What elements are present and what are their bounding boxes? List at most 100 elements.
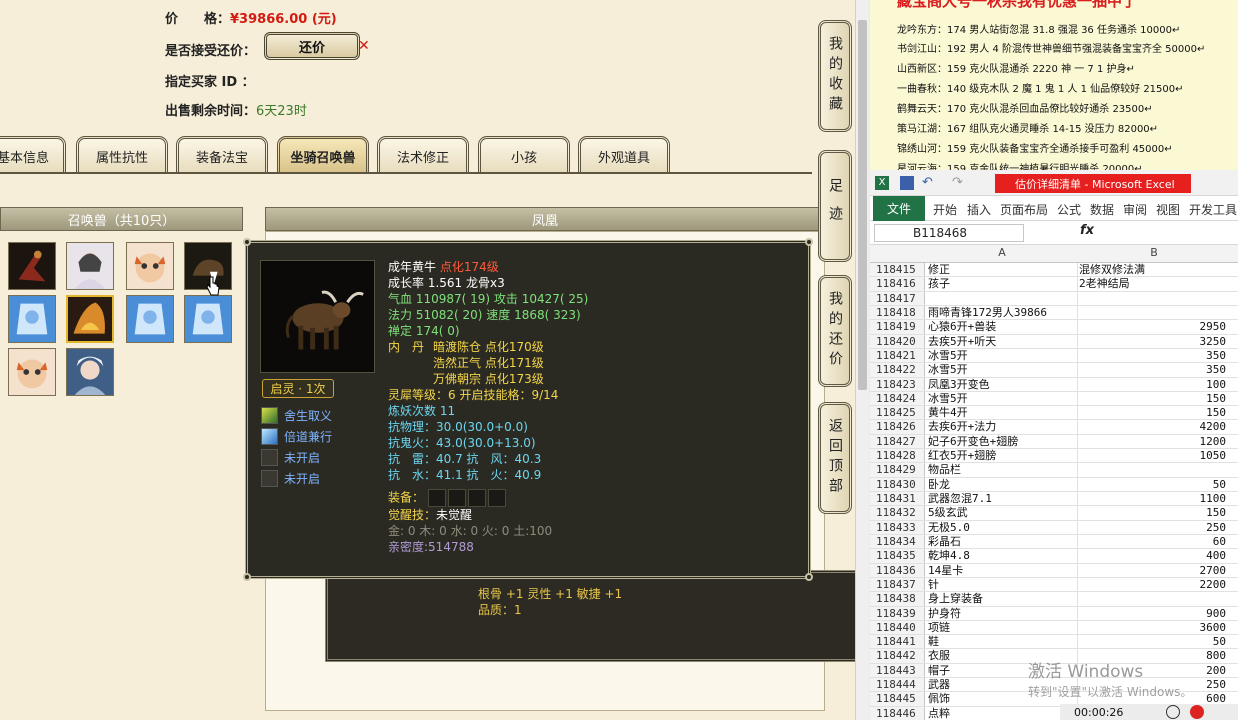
- cell-a[interactable]: 雨啼青锋172男人39866: [926, 305, 1078, 320]
- cell-a[interactable]: 妃子6开变色+翅膀: [926, 434, 1078, 449]
- cell-b[interactable]: 2950: [1079, 320, 1229, 333]
- tab-equipment[interactable]: 装备法宝: [176, 136, 268, 173]
- cell-a[interactable]: 凤凰3开变色: [926, 377, 1078, 391]
- my-favorites-button[interactable]: 我的收藏: [818, 20, 852, 132]
- cell-a[interactable]: 冰雪5开: [926, 348, 1078, 363]
- tab-mounts-pets[interactable]: 坐骑召唤兽: [277, 136, 369, 173]
- row-number[interactable]: 118440: [870, 620, 925, 635]
- cell-a[interactable]: 冰雪5开: [926, 363, 1078, 377]
- ribbon-tab-home[interactable]: 开始: [933, 201, 957, 218]
- scrollbar-thumb[interactable]: [858, 20, 867, 390]
- row-number[interactable]: 118430: [870, 477, 925, 491]
- row-number[interactable]: 118438: [870, 592, 925, 606]
- cell-b[interactable]: 350: [1079, 363, 1229, 376]
- counter-offer-button[interactable]: 还价: [264, 32, 360, 60]
- pet-thumb-6-selected[interactable]: [66, 295, 114, 343]
- equip-slot[interactable]: [467, 489, 486, 507]
- redo-icon[interactable]: ↷: [952, 176, 966, 190]
- equip-slot[interactable]: [447, 489, 466, 507]
- cell-b[interactable]: 150: [1079, 392, 1229, 405]
- column-header-b[interactable]: B: [1079, 246, 1229, 259]
- fx-icon[interactable]: fx: [1080, 223, 1094, 238]
- stop-icon[interactable]: [1190, 705, 1204, 719]
- cell-a[interactable]: 黄牛4开: [926, 406, 1078, 420]
- row-number[interactable]: 118426: [870, 420, 925, 434]
- cell-a[interactable]: 心猿6开+兽装: [926, 320, 1078, 334]
- cell-a[interactable]: 去疾6开+法力: [926, 420, 1078, 434]
- cell-b[interactable]: 2老神结局: [1079, 277, 1229, 290]
- cell-b[interactable]: 1050: [1079, 449, 1229, 462]
- pet-thumb-2[interactable]: [66, 242, 114, 290]
- cell-b[interactable]: 350: [1079, 349, 1229, 362]
- cell-a[interactable]: 无极5.0: [926, 520, 1078, 534]
- column-header-a[interactable]: A: [926, 246, 1078, 259]
- ribbon-tab-review[interactable]: 审阅: [1123, 201, 1147, 218]
- cell-a[interactable]: 项链: [926, 620, 1078, 635]
- cell-b[interactable]: 50: [1079, 635, 1229, 648]
- cell-b[interactable]: 混修双修法满: [1079, 263, 1229, 276]
- cell-a[interactable]: 鞋: [926, 635, 1078, 649]
- pet-thumb-10[interactable]: [66, 348, 114, 396]
- pet-thumb-3[interactable]: [126, 242, 174, 290]
- row-number[interactable]: 118415: [870, 263, 925, 277]
- cell-a[interactable]: 身上穿装备: [926, 592, 1078, 606]
- cell-b[interactable]: 400: [1079, 549, 1229, 562]
- cell-a[interactable]: 武器忽混7.1: [926, 492, 1078, 506]
- my-counter-offers-button[interactable]: 我的还价: [818, 275, 852, 387]
- row-number[interactable]: 118418: [870, 305, 925, 320]
- row-number[interactable]: 118416: [870, 277, 925, 291]
- name-box[interactable]: B118468: [874, 224, 1024, 242]
- row-number[interactable]: 118421: [870, 348, 925, 363]
- cell-a[interactable]: 点粹: [926, 706, 1078, 720]
- row-number[interactable]: 118428: [870, 449, 925, 463]
- ribbon-tab-insert[interactable]: 插入: [967, 201, 991, 218]
- cell-b[interactable]: 60: [1079, 535, 1229, 548]
- cell-a[interactable]: 针: [926, 577, 1078, 592]
- cell-b[interactable]: 900: [1079, 607, 1229, 620]
- cell-a[interactable]: 孩子: [926, 277, 1078, 291]
- footprints-button[interactable]: 足迹: [818, 150, 852, 262]
- cell-a[interactable]: 5级玄武: [926, 506, 1078, 520]
- cell-b[interactable]: 3600: [1079, 621, 1229, 634]
- cell-b[interactable]: 150: [1079, 406, 1229, 419]
- row-number[interactable]: 118446: [870, 706, 925, 720]
- ribbon-tab-page-layout[interactable]: 页面布局: [1000, 201, 1048, 218]
- row-number[interactable]: 118437: [870, 577, 925, 592]
- row-number[interactable]: 118435: [870, 549, 925, 563]
- skill-slot-4[interactable]: 未开启: [261, 469, 320, 487]
- skill-slot-2[interactable]: 倍道兼行: [261, 427, 332, 445]
- cell-a[interactable]: 红衣5开+翅膀: [926, 449, 1078, 463]
- row-number[interactable]: 118424: [870, 391, 925, 406]
- row-number[interactable]: 118439: [870, 606, 925, 620]
- row-number[interactable]: 118436: [870, 563, 925, 577]
- cell-b[interactable]: 4200: [1079, 420, 1229, 433]
- cell-b[interactable]: 100: [1079, 378, 1229, 391]
- cell-b[interactable]: [1079, 463, 1229, 476]
- row-number[interactable]: 118432: [870, 506, 925, 520]
- cell-a[interactable]: 卧龙: [926, 477, 1078, 491]
- page-scrollbar[interactable]: [855, 0, 869, 720]
- cell-b[interactable]: [1079, 592, 1229, 605]
- cell-a[interactable]: 去疾5开+听天: [926, 334, 1078, 348]
- cell-a[interactable]: 物品栏: [926, 463, 1078, 477]
- row-number[interactable]: 118433: [870, 520, 925, 534]
- back-to-top-button[interactable]: 返回顶部: [818, 402, 852, 514]
- cell-a[interactable]: 彩晶石: [926, 534, 1078, 549]
- pet-thumb-7[interactable]: [126, 295, 174, 343]
- tab-spell-correction[interactable]: 法术修正: [377, 136, 469, 173]
- ribbon-tab-developer[interactable]: 开发工具: [1189, 201, 1237, 218]
- cell-b[interactable]: [1079, 292, 1229, 305]
- row-number[interactable]: 118444: [870, 678, 925, 692]
- row-number[interactable]: 118422: [870, 363, 925, 377]
- skill-slot-3[interactable]: 未开启: [261, 448, 320, 466]
- tab-attributes[interactable]: 属性抗性: [76, 136, 168, 173]
- cell-a[interactable]: [926, 291, 1078, 305]
- cell-a[interactable]: 冰雪5开: [926, 391, 1078, 406]
- equip-slot[interactable]: [427, 489, 446, 507]
- tab-basic-info[interactable]: 基本信息: [0, 136, 66, 173]
- row-number[interactable]: 118443: [870, 663, 925, 678]
- row-number[interactable]: 118445: [870, 692, 925, 706]
- cell-b[interactable]: 2700: [1079, 564, 1229, 577]
- row-number[interactable]: 118419: [870, 320, 925, 334]
- tab-appearance[interactable]: 外观道具: [578, 136, 670, 173]
